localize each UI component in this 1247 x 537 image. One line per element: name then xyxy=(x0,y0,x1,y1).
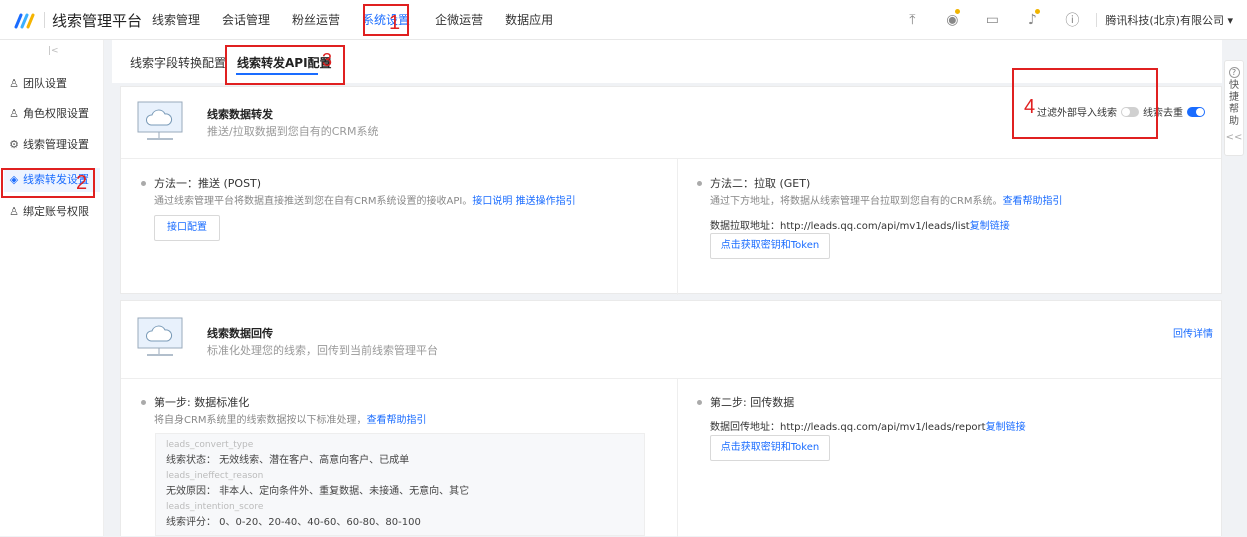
sidebar-item-roles[interactable]: ♙ 角色权限设置 xyxy=(4,102,100,126)
field-key: leads_intention_score xyxy=(166,502,264,512)
company-selector[interactable]: 腾讯科技(北京)有限公司 ▾ xyxy=(1105,12,1233,28)
upload-icon[interactable]: ⤒ xyxy=(892,12,932,28)
cloud-monitor-icon xyxy=(137,317,183,356)
push-guide-link[interactable]: 推送操作指引 xyxy=(516,196,576,207)
column-divider xyxy=(677,379,678,537)
step1-help-link[interactable]: 查看帮助指引 xyxy=(367,415,427,426)
method2-help-link[interactable]: 查看帮助指引 xyxy=(1003,196,1063,207)
field-values: 线索评分： 0、0-20、20-40、40-60、60-80、80-100 xyxy=(166,517,421,528)
app-title: 线索管理平台 xyxy=(52,12,143,30)
logo-divider xyxy=(44,12,45,28)
top-right-tools: ⤒ ◉ ▭ ♪ ⓘ 腾讯科技(北京)有限公司 ▾ xyxy=(892,0,1233,40)
step2-title: 第二步: 回传数据 xyxy=(697,394,794,410)
nav-wecom[interactable]: 企微运营 xyxy=(435,0,483,40)
column-divider xyxy=(677,159,678,295)
get-key-token-button-2[interactable]: 点击获取密钥和Token xyxy=(710,435,830,461)
method1-desc: 通过线索管理平台将数据直接推送到您在自有CRM系统设置的接收API。接口说明 推… xyxy=(154,196,576,207)
forward-card-subtitle: 推送/拉取数据到您自有的CRM系统 xyxy=(207,125,379,138)
help-char: 帮 xyxy=(1229,104,1239,115)
bell-icon[interactable]: ♪ xyxy=(1012,9,1052,28)
document-icon[interactable]: ▭ xyxy=(972,12,1012,28)
team-icon: ♙ xyxy=(9,77,19,90)
get-key-token-button[interactable]: 点击获取密钥和Token xyxy=(710,233,830,259)
field-key: leads_convert_type xyxy=(166,440,254,450)
return-card-title: 线索数据回传 xyxy=(207,327,273,340)
sidebar: |< ♙ 团队设置 ♙ 角色权限设置 ⚙ 线索管理设置 ◈ 线索转发设置 ♙ 绑定账号权限 xyxy=(0,40,104,536)
logo-icon xyxy=(14,13,35,29)
method1-title: 方法一：推送 (POST) xyxy=(141,175,261,191)
badge-icon[interactable]: ◉ xyxy=(932,9,972,28)
question-icon: ? xyxy=(1228,67,1240,78)
forward-card-title: 线索数据转发 xyxy=(207,108,273,121)
help-char: 助 xyxy=(1229,116,1239,127)
step1-title: 第一步: 数据标准化 xyxy=(141,394,249,410)
help-icon[interactable]: ⓘ xyxy=(1052,10,1092,30)
nav-system-settings[interactable]: 系统设置 xyxy=(359,0,413,40)
return-card-header: 线索数据回传 标准化处理您的线索，回传到当前线索管理平台 回传详情 xyxy=(121,301,1221,379)
nav-fans[interactable]: 粉丝运营 xyxy=(292,0,340,40)
nav-sessions[interactable]: 会话管理 xyxy=(222,0,270,40)
quick-help-panel[interactable]: ? 快 捷 帮 助 << xyxy=(1224,60,1244,156)
sidebar-item-lead-management[interactable]: ⚙ 线索管理设置 xyxy=(4,133,100,157)
copy-pull-link[interactable]: 复制链接 xyxy=(970,221,1010,232)
method2-title: 方法二：拉取 (GET) xyxy=(697,175,810,191)
tab-field-conversion[interactable]: 线索字段转换配置 xyxy=(130,54,226,71)
gear-icon: ⚙ xyxy=(9,138,19,151)
cloud-monitor-icon xyxy=(137,101,183,140)
step1-desc: 将自身CRM系统里的线索数据按以下标准处理，查看帮助指引 xyxy=(154,415,427,426)
role-icon: ♙ xyxy=(9,107,19,120)
api-config-button[interactable]: 接口配置 xyxy=(154,215,220,241)
help-char: 快 xyxy=(1229,80,1239,91)
copy-report-link[interactable]: 复制链接 xyxy=(986,422,1026,433)
top-bar: 线索管理平台 线索管理 会话管理 粉丝运营 系统设置 企微运营 数据应用 ⤒ ◉… xyxy=(0,0,1247,40)
sidebar-collapse-icon[interactable]: |< xyxy=(48,46,59,56)
company-name: 腾讯科技(北京)有限公司 xyxy=(1105,14,1224,27)
pull-address: 数据拉取地址：http://leads.qq.com/api/mv1/leads… xyxy=(710,221,1010,232)
sidebar-item-label: 角色权限设置 xyxy=(23,107,89,120)
sidebar-item-account-binding[interactable]: ♙ 绑定账号权限 xyxy=(4,200,100,224)
sidebar-item-label: 团队设置 xyxy=(23,77,67,90)
field-values: 线索状态： 无效线索、潜在客户、高意向客户、已成单 xyxy=(166,455,410,466)
standard-field-box: leads_convert_type 线索状态： 无效线索、潜在客户、高意向客户… xyxy=(155,433,645,536)
annotation-2: 2 xyxy=(76,172,88,194)
nav-leads[interactable]: 线索管理 xyxy=(152,0,200,40)
api-doc-link[interactable]: 接口说明 xyxy=(472,196,512,207)
method2-desc: 通过下方地址，将数据从线索管理平台拉取到您自有的CRM系统。查看帮助指引 xyxy=(710,196,1063,207)
dedupe-toggle[interactable] xyxy=(1187,106,1205,117)
collapse-icon[interactable]: << xyxy=(1225,132,1243,144)
help-char: 捷 xyxy=(1229,92,1239,103)
sidebar-item-label: 绑定账号权限 xyxy=(23,205,89,218)
annotation-1: 1 xyxy=(389,12,401,34)
sidebar-item-team[interactable]: ♙ 团队设置 xyxy=(4,72,100,96)
nav-data-apps[interactable]: 数据应用 xyxy=(505,0,553,40)
field-values: 无效原因： 非本人、定向条件外、重复数据、未接通、无意向、其它 xyxy=(166,486,470,497)
return-detail-link[interactable]: 回传详情 xyxy=(1173,325,1213,340)
annotation-3: 3 xyxy=(322,50,333,70)
return-card-subtitle: 标准化处理您的线索，回传到当前线索管理平台 xyxy=(207,344,438,357)
field-key: leads_ineffect_reason xyxy=(166,471,264,481)
divider xyxy=(1096,13,1098,27)
bind-icon: ♙ xyxy=(9,205,19,218)
annotation-4: 4 xyxy=(1024,96,1036,118)
top-nav: 线索管理 会话管理 粉丝运营 系统设置 企微运营 数据应用 xyxy=(152,0,575,40)
report-address: 数据回传地址：http://leads.qq.com/api/mv1/leads… xyxy=(710,422,1026,433)
return-card: 线索数据回传 标准化处理您的线索，回传到当前线索管理平台 回传详情 第一步: 数… xyxy=(120,300,1222,537)
sidebar-item-label: 线索管理设置 xyxy=(23,138,89,151)
